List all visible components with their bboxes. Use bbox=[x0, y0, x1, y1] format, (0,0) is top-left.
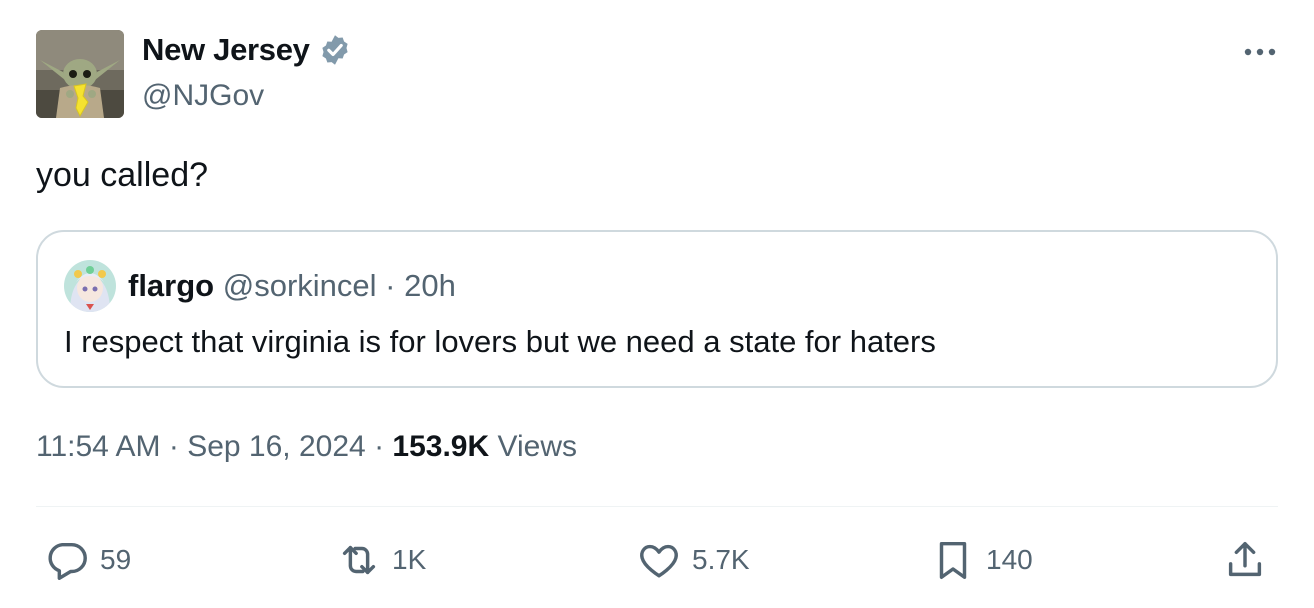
author-name-row: New Jersey bbox=[142, 32, 352, 68]
author-avatar[interactable] bbox=[36, 30, 124, 118]
quoted-tweet[interactable]: flargo @sorkincel · 20h I respect that v… bbox=[36, 230, 1278, 388]
quoted-timestamp[interactable]: 20h bbox=[404, 268, 456, 303]
tweet-date[interactable]: Sep 16, 2024 bbox=[187, 430, 366, 463]
quoted-tweet-header: flargo @sorkincel · 20h bbox=[128, 268, 456, 304]
reply-count: 59 bbox=[100, 544, 132, 575]
tweet-text: you called? bbox=[36, 156, 209, 194]
bookmark-button[interactable]: 140 bbox=[930, 536, 1033, 584]
retweet-button[interactable]: 1K bbox=[336, 536, 426, 584]
like-count: 5.7K bbox=[692, 544, 750, 575]
tweet-card: New Jersey @NJGov you called? flargo @so… bbox=[0, 0, 1314, 608]
meta-separator: · bbox=[168, 430, 179, 463]
author-handle[interactable]: @NJGov bbox=[142, 79, 264, 113]
baby-yoda-avatar-icon bbox=[36, 30, 124, 118]
reply-icon bbox=[48, 542, 87, 580]
retweet-icon bbox=[342, 545, 376, 575]
more-options-icon[interactable] bbox=[1240, 38, 1280, 66]
heart-icon bbox=[640, 544, 678, 578]
share-icon bbox=[1228, 541, 1262, 577]
views-label: Views bbox=[497, 430, 577, 463]
meta-separator: · bbox=[374, 430, 385, 463]
quoted-author-handle[interactable]: @sorkincel bbox=[223, 268, 377, 303]
anime-character-avatar-icon bbox=[64, 260, 116, 312]
bookmark-icon bbox=[939, 541, 967, 579]
share-button[interactable] bbox=[1222, 536, 1268, 584]
like-button[interactable]: 5.7K bbox=[636, 536, 750, 584]
tweet-metadata: 11:54 AM · Sep 16, 2024 · 153.9K Views bbox=[36, 430, 577, 464]
verified-badge-icon[interactable] bbox=[318, 33, 352, 67]
author-display-name[interactable]: New Jersey bbox=[142, 32, 310, 68]
tweet-time[interactable]: 11:54 AM bbox=[36, 430, 161, 463]
bookmark-count: 140 bbox=[986, 544, 1033, 575]
reply-button[interactable]: 59 bbox=[44, 536, 131, 584]
quoted-author-avatar[interactable] bbox=[64, 260, 116, 312]
quoted-separator: · bbox=[385, 268, 396, 303]
quoted-author-name[interactable]: flargo bbox=[128, 268, 214, 303]
views-count[interactable]: 153.9K bbox=[392, 430, 489, 463]
retweet-count: 1K bbox=[392, 544, 427, 575]
quoted-tweet-text: I respect that virginia is for lovers bu… bbox=[64, 324, 936, 359]
divider bbox=[36, 506, 1278, 507]
